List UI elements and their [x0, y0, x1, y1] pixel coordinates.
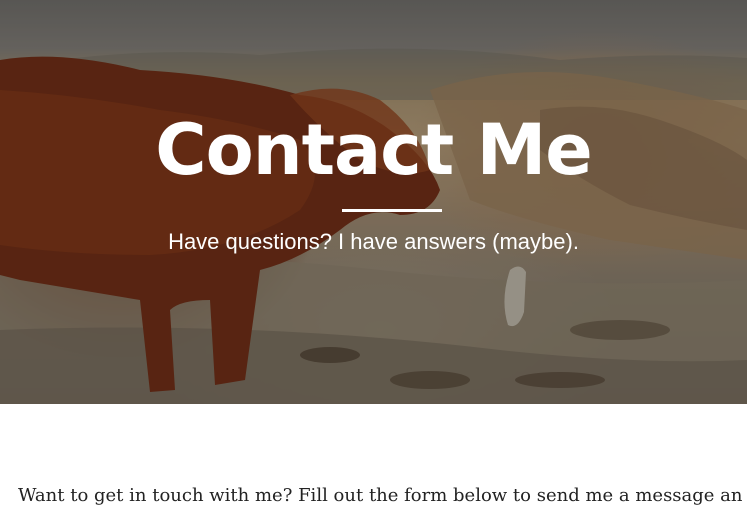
- title-divider: [342, 209, 442, 212]
- page-subtitle: Have questions? I have answers (maybe).: [168, 229, 579, 254]
- hero-overlay: [0, 0, 747, 404]
- intro-text: Want to get in touch with me? Fill out t…: [18, 485, 743, 506]
- hero-header: Contact Me Have questions? I have answer…: [0, 0, 747, 404]
- page-title: Contact Me: [155, 109, 592, 191]
